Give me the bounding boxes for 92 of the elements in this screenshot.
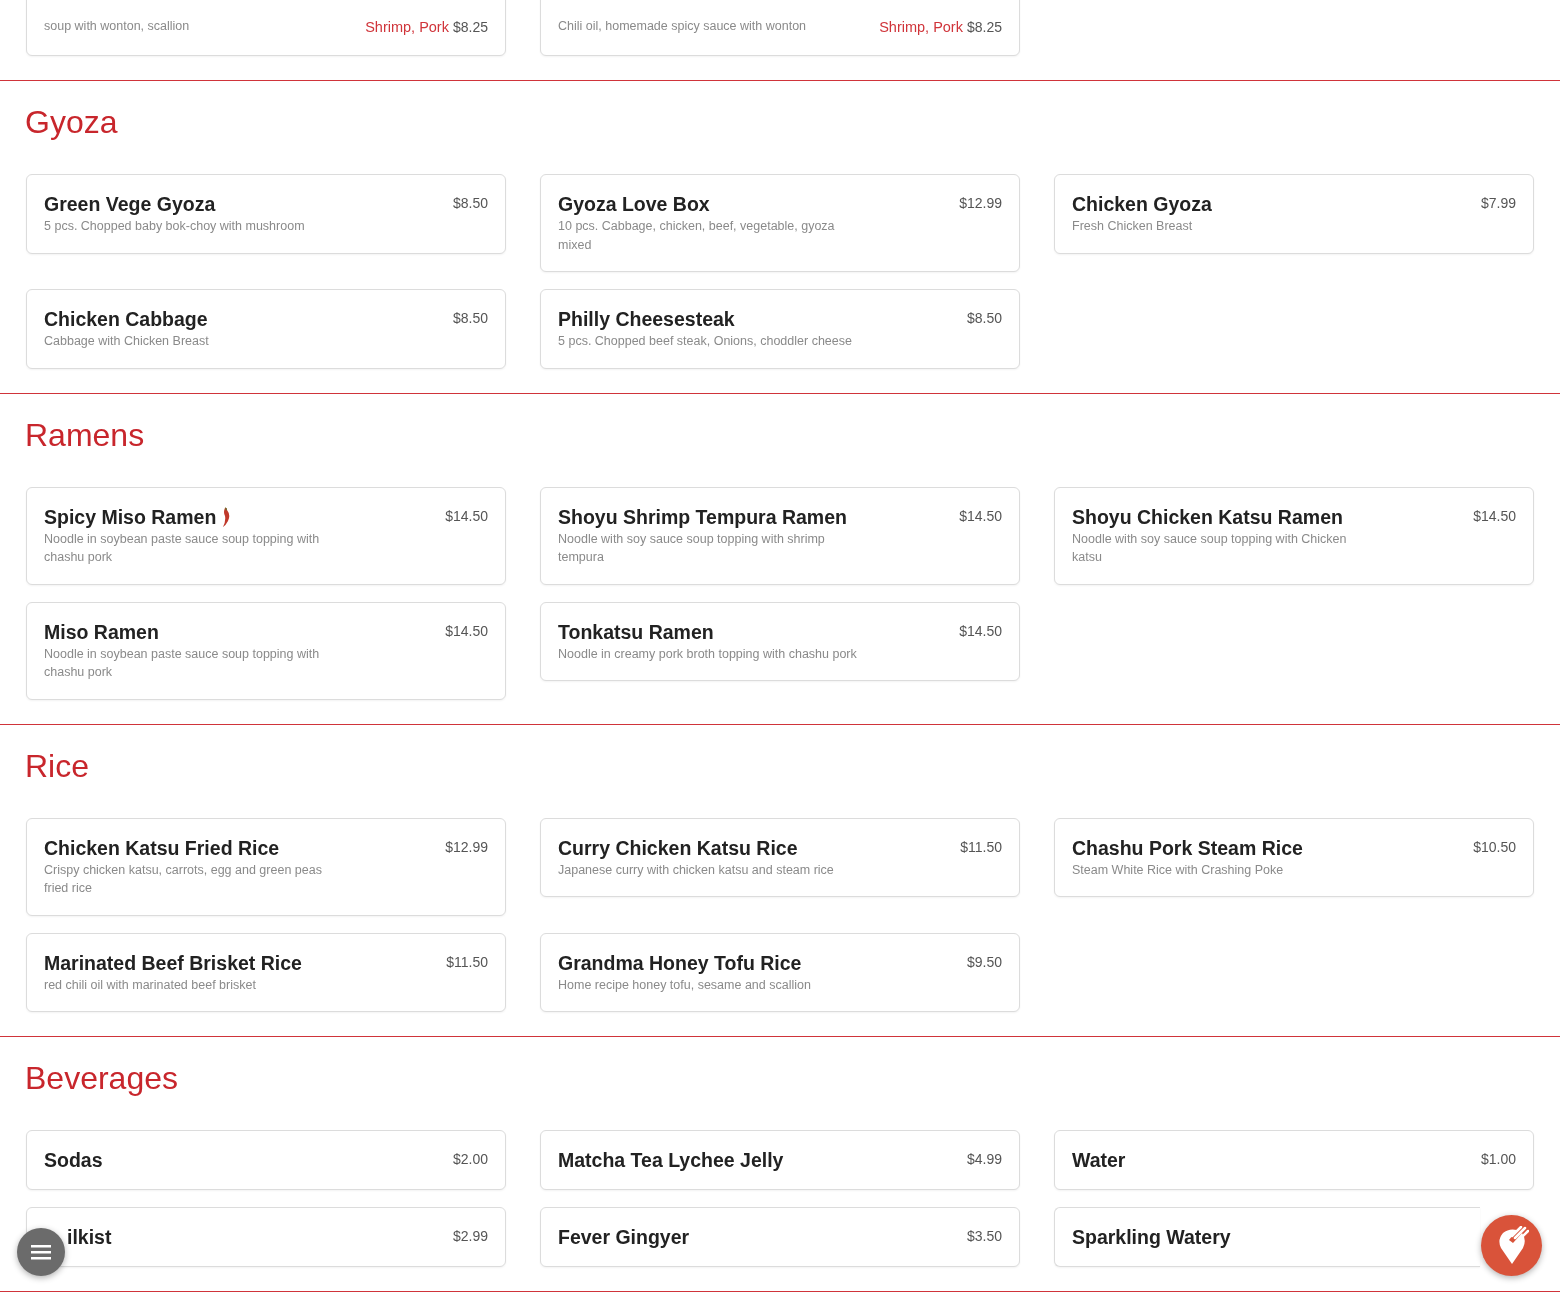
item-price: $14.50 [959,506,1002,526]
location-floating-button[interactable] [1481,1215,1542,1276]
item-price: $8.50 [966,309,1002,328]
item-description: Japanese curry with chicken katsu and steam rice [558,861,834,879]
item-price: $1.00 [1480,1150,1516,1169]
item-price: $14.50 [445,506,488,526]
menu-item-card[interactable]: Chicken Katsu Fried Rice Crispy chicken katsu, carrots, egg and green peas fried rice $12.99 [26,817,506,916]
section-title: Ramens [25,415,146,455]
item-name: Chicken Gyoza [1072,192,1212,216]
item-description: Noodle in soybean paste sauce soup topping with chashu pork [44,530,321,566]
item-price: $2.99 [452,1227,488,1246]
option-label: Shrimp, Pork [365,18,449,37]
menu-item-card[interactable]: Water $1.00 [1054,1130,1534,1190]
item-name: Shoyu Chicken Katsu Ramen [1072,504,1343,529]
item-description: Noodle with soy sauce soup topping with shrimp tempura [558,530,826,566]
item-price: $7.99 [1480,194,1516,213]
item-name: Spicy Miso Ramen [44,504,217,529]
menu-item-card[interactable]: Chicken Gyoza Fresh Chicken Breast $7.99 [1054,174,1534,254]
menu-item-card[interactable]: Chicken Cabbage Cabbage with Chicken Breast $8.50 [26,289,506,369]
item-price: $8.50 [452,194,488,213]
menu-item-card[interactable]: Tonkatsu Ramen Noodle in creamy pork broth topping with chashu pork $14.50 [540,601,1020,681]
menu-item-card[interactable]: Matcha Tea Lychee Jelly $4.99 [540,1130,1020,1190]
floating-menu[interactable] [17,1228,65,1276]
item-price: $9.50 [966,952,1002,972]
item-name: ilkist [67,1225,112,1249]
menu-item-card[interactable]: Curry Chicken Katsu Rice Japanese curry with chicken katsu and steam rice $11.50 [540,817,1020,897]
item-description: Noodle in soybean paste sauce soup topping with chashu pork [44,645,321,681]
menu-item-card[interactable]: Shoyu Shrimp Tempura Ramen Noodle with soy sauce soup topping with shrimp tempura $14.50 [540,486,1020,585]
item-name: Shoyu Shrimp Tempura Ramen [558,504,847,529]
section-title: Gyoza [25,103,119,142]
item-name: Sodas [44,1148,103,1172]
item-description: Fresh Chicken Breast [1072,218,1194,235]
item-name: Philly Cheesesteak [558,307,735,331]
item-name: Marinated Beef Brisket Rice [44,950,302,975]
item-description: Chili oil, homemade spicy sauce with wonton [558,18,807,35]
item-description: Noodle with soy sauce soup topping with Chicken katsu [1072,530,1348,566]
item-name: Green Vege Gyoza [44,192,216,216]
item-description: Steam White Rice with Crashing Poke [1072,861,1285,879]
item-description: Crispy chicken katsu, carrots, egg and green peas fried rice [44,861,323,897]
menu-item-card[interactable]: Chashu Pork Steam Rice Steam White Rice with Crashing Poke $10.50 [1054,817,1534,897]
menu-item-card[interactable]: ilkist $2.99 [26,1207,506,1267]
item-price: $8.25 [966,18,1002,37]
item-name: Tonkatsu Ramen [558,619,714,644]
item-price: $12.99 [445,837,488,857]
menu-item-card[interactable]: Chili oil, homemade spicy sauce with wonton Shrimp, Pork $8.25 [540,0,1020,56]
section-title: Beverages [25,1059,179,1098]
menu-item-card[interactable]: Green Vege Gyoza 5 pcs. Chopped baby bok-choy with mushroom $8.50 [26,174,506,254]
section-title: Rice [25,746,90,786]
menu-item-card[interactable]: Gyoza Love Box 10 pcs. Cabbage, chicken, beef, vegetable, gyoza mixed $12.99 [540,174,1020,272]
menu-icon [31,1244,51,1260]
item-price: $10.50 [1473,837,1516,857]
item-price: $8.25 [452,18,488,37]
item-name: Gyoza Love Box [558,192,710,216]
item-description: red chili oil with marinated beef brisket [44,976,257,994]
item-price: $14.50 [1473,506,1516,526]
item-price: $2.00 [452,1150,488,1169]
menu-item-card[interactable]: Shoyu Chicken Katsu Ramen Noodle with soy sauce soup topping with Chicken katsu $14.50 [1054,486,1534,585]
item-price: $3.50 [966,1227,1002,1246]
item-name: Miso Ramen [44,619,159,644]
item-price: $8.50 [452,309,488,328]
item-price: $14.50 [959,621,1002,641]
item-name: Water [1072,1148,1126,1172]
menu-item-card[interactable]: Miso Ramen Noodle in soybean paste sauce soup topping with chashu pork $14.50 [26,601,506,700]
menu-item-card[interactable]: Fever Gingyer $3.50 [540,1207,1020,1267]
item-price: $11.50 [446,952,488,972]
menu-item-card[interactable]: Spicy Miso Ramen Noodle in soybean paste sauce soup topping with chashu pork $14.50 [26,486,506,585]
menu-item-card[interactable]: Philly Cheesesteak 5 pcs. Chopped beef steak, Onions, choddler cheese $8.50 [540,289,1020,369]
item-description: 5 pcs. Chopped beef steak, Onions, choddler cheese [558,333,852,350]
menu-item-card[interactable]: Grandma Honey Tofu Rice Home recipe honey tofu, sesame and scallion $9.50 [540,932,1020,1012]
item-price: $4.99 [966,1150,1002,1169]
item-description: soup with wonton, scallion [44,18,190,35]
item-description: 10 pcs. Cabbage, chicken, beef, vegetable, gyoza mixed [558,218,836,254]
menu-item-card[interactable]: Sodas $2.00 [26,1130,506,1190]
menu-item-card[interactable]: Marinated Beef Brisket Rice red chili oil with marinated beef brisket $11.50 [26,932,506,1012]
item-description: 5 pcs. Chopped baby bok-choy with mushroom [44,218,305,235]
item-price: $11.50 [960,837,1002,857]
item-price: $14.50 [445,621,488,641]
item-name: Sparkling Watery [1072,1225,1231,1249]
item-description: Cabbage with Chicken Breast [44,333,209,350]
menu-item-card[interactable]: Sparkling Watery [1054,1207,1480,1267]
item-name: Matcha Tea Lychee Jelly [558,1148,784,1172]
item-name: Curry Chicken Katsu Rice [558,835,798,860]
item-description: Home recipe honey tofu, sesame and scallion [558,976,811,994]
item-name: Chicken Katsu Fried Rice [44,835,280,860]
option-label: Shrimp, Pork [879,18,963,37]
item-name: Grandma Honey Tofu Rice [558,950,802,975]
item-name: Chicken Cabbage [44,307,208,331]
menu-item-card[interactable]: soup with wonton, scallion Shrimp, Pork $8.25 [26,0,506,56]
item-name: Fever Gingyer [558,1225,690,1249]
item-name: Chashu Pork Steam Rice [1072,835,1303,860]
item-price: $12.99 [959,194,1002,213]
item-description: Noodle in creamy pork broth topping with chashu pork [558,645,857,663]
